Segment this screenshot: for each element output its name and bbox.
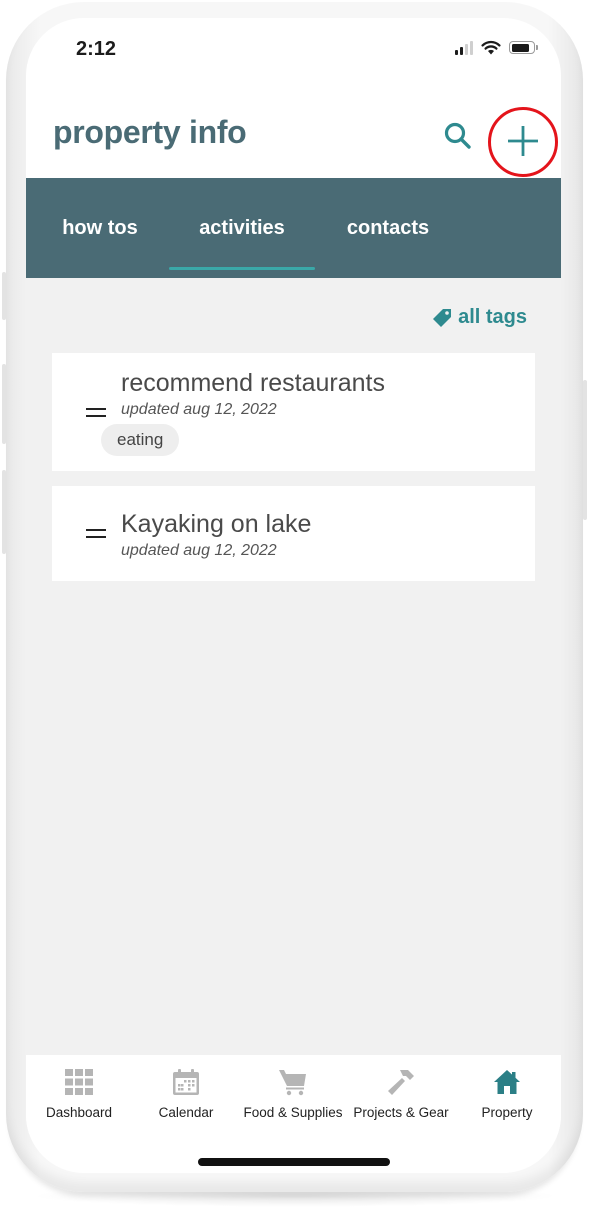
plus-icon xyxy=(508,126,538,156)
active-tab-indicator xyxy=(169,267,315,270)
nav-dashboard[interactable]: Dashboard xyxy=(26,1067,134,1120)
activity-card[interactable]: Kayaking on lake updated aug 12, 2022 xyxy=(52,486,535,581)
activity-updated-date: updated aug 12, 2022 xyxy=(121,542,277,559)
page-title: property info xyxy=(53,114,247,150)
status-bar: 2:12 xyxy=(26,18,561,78)
search-button[interactable] xyxy=(442,120,474,152)
volume-up-button xyxy=(2,364,6,444)
activity-updated-date: updated aug 12, 2022 xyxy=(121,401,277,418)
grid-icon xyxy=(65,1069,93,1095)
nav-label: Dashboard xyxy=(45,1105,113,1120)
status-time: 2:12 xyxy=(76,38,117,60)
cellular-signal-icon xyxy=(455,40,473,55)
hammer-icon xyxy=(388,1070,414,1095)
nav-label: Projects & Gear xyxy=(353,1105,449,1120)
nav-projects-gear[interactable]: Projects & Gear xyxy=(346,1067,456,1120)
status-icons xyxy=(455,40,538,55)
mute-switch xyxy=(2,272,6,320)
search-icon xyxy=(444,122,471,149)
app-header: property info xyxy=(26,78,561,178)
battery-icon xyxy=(509,41,538,54)
activity-title: recommend restaurants xyxy=(121,369,386,397)
home-icon xyxy=(494,1070,520,1094)
wifi-icon xyxy=(481,40,501,55)
bottom-navigation: Dashboard Calendar Food & Supplies Proje… xyxy=(26,1055,561,1135)
power-button xyxy=(583,380,587,520)
tab-contacts[interactable]: contacts xyxy=(325,178,451,278)
nav-property[interactable]: Property xyxy=(452,1067,561,1120)
all-tags-label: all tags xyxy=(458,306,527,328)
nav-food-supplies[interactable]: Food & Supplies xyxy=(238,1067,348,1120)
nav-label: Calendar xyxy=(158,1105,214,1120)
activity-title: Kayaking on lake xyxy=(121,510,312,538)
tab-activities[interactable]: activities xyxy=(169,178,315,278)
calendar-icon xyxy=(173,1069,199,1095)
activities-list: all tags recommend restaurants updated a… xyxy=(26,278,561,1055)
nav-label: Property xyxy=(481,1105,533,1120)
tab-bar: how tos activities contacts xyxy=(26,178,561,278)
phone-screen: 2:12 property info how tos activities co… xyxy=(26,18,561,1173)
nav-calendar[interactable]: Calendar xyxy=(131,1067,241,1120)
all-tags-filter[interactable]: all tags xyxy=(432,306,527,329)
drag-handle-icon[interactable] xyxy=(86,408,106,417)
tab-how-tos[interactable]: how tos xyxy=(41,178,159,278)
volume-down-button xyxy=(2,470,6,554)
tag-icon xyxy=(433,308,452,327)
tag-chip[interactable]: eating xyxy=(101,424,180,456)
nav-label: Food & Supplies xyxy=(243,1105,343,1120)
drag-handle-icon[interactable] xyxy=(86,529,106,538)
cart-icon xyxy=(279,1070,306,1096)
add-button[interactable] xyxy=(488,107,558,177)
home-indicator[interactable] xyxy=(198,1158,390,1166)
activity-card[interactable]: recommend restaurants updated aug 12, 20… xyxy=(52,353,535,471)
